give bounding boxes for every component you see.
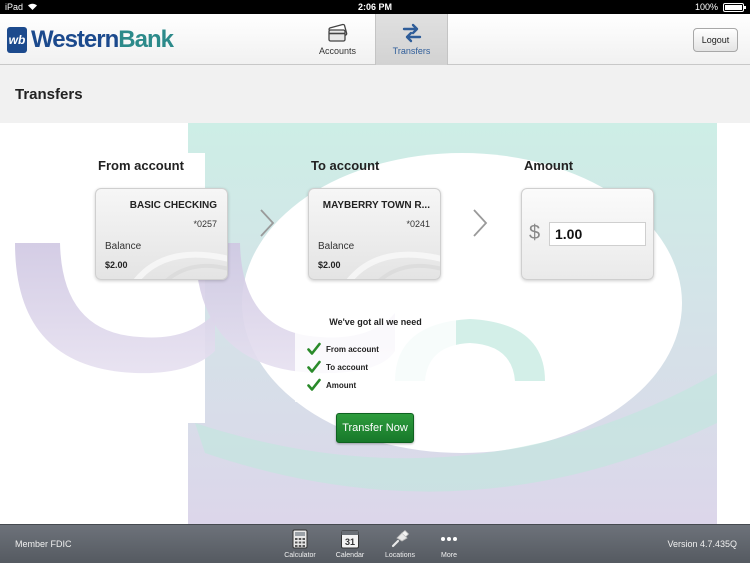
transfer-arrows-icon bbox=[402, 23, 421, 43]
calendar-day: 31 bbox=[345, 537, 355, 547]
calculator-button[interactable]: Calculator bbox=[275, 528, 325, 559]
from-account-card[interactable]: BASIC CHECKING *0257 Balance $2.00 bbox=[95, 188, 228, 280]
transfer-form: From account To account Amount BASIC CHE… bbox=[0, 123, 750, 524]
from-balance-label: Balance bbox=[105, 241, 142, 252]
checkmark-icon bbox=[307, 360, 321, 373]
logout-button[interactable]: Logout bbox=[693, 28, 738, 52]
to-balance-value: $2.00 bbox=[318, 260, 341, 270]
from-account-number: *0257 bbox=[193, 219, 217, 229]
map-pin-icon bbox=[391, 529, 410, 548]
currency-symbol: $ bbox=[529, 222, 541, 244]
from-account-name: BASIC CHECKING bbox=[129, 200, 217, 211]
clock: 2:06 PM bbox=[357, 2, 392, 12]
chevron-right-icon bbox=[473, 209, 488, 237]
checklist-item: From account bbox=[307, 342, 379, 356]
to-account-card[interactable]: MAYBERRY TOWN R... *0241 Balance $2.00 bbox=[308, 188, 441, 280]
more-button[interactable]: More bbox=[424, 528, 474, 559]
tab-transfers[interactable]: Transfers bbox=[375, 14, 448, 65]
transfer-now-button[interactable]: Transfer Now bbox=[336, 413, 414, 443]
westernbank-logo: wb WesternBank bbox=[7, 26, 174, 54]
checklist-item: To account bbox=[307, 360, 368, 374]
more-label: More bbox=[441, 552, 457, 559]
logo-wordmark: WesternBank bbox=[31, 26, 174, 53]
calculator-label: Calculator bbox=[284, 552, 316, 559]
amount-card: $ bbox=[521, 188, 654, 280]
amount-label: Amount bbox=[524, 158, 574, 173]
from-account-label: From account bbox=[98, 158, 184, 173]
logo-mark: wb bbox=[7, 27, 27, 53]
tab-accounts-label: Accounts bbox=[318, 46, 357, 56]
page-title-bar: Transfers bbox=[0, 65, 750, 123]
checklist-item: Amount bbox=[307, 378, 356, 392]
to-account-label: To account bbox=[311, 158, 380, 173]
more-dots-icon bbox=[441, 537, 457, 541]
page-title: Transfers bbox=[15, 86, 83, 103]
checklist-item-label: From account bbox=[326, 344, 379, 354]
amount-input[interactable] bbox=[549, 222, 646, 246]
checkmark-icon bbox=[307, 378, 321, 391]
tab-transfers-label: Transfers bbox=[392, 46, 431, 56]
checklist-item-label: To account bbox=[326, 362, 369, 372]
battery-icon bbox=[723, 3, 746, 12]
app-version: Version 4.7.435Q bbox=[667, 539, 737, 549]
member-fdic-label: Member FDIC bbox=[15, 539, 72, 549]
checklist-item-label: Amount bbox=[326, 380, 357, 390]
checklist-title: We've got all we need bbox=[329, 317, 422, 327]
from-balance-value: $2.00 bbox=[105, 260, 128, 270]
footer-toolbar: Member FDIC Calculator 31 Calendar Locat… bbox=[0, 524, 750, 563]
status-bar: iPad 2:06 PM 100% bbox=[0, 0, 750, 14]
checkmark-icon bbox=[307, 342, 321, 355]
chevron-right-icon bbox=[260, 209, 275, 237]
battery-percent: 100% bbox=[694, 2, 718, 12]
calendar-icon: 31 bbox=[341, 530, 359, 549]
to-account-number: *0241 bbox=[406, 219, 430, 229]
to-balance-label: Balance bbox=[318, 241, 355, 252]
tab-accounts[interactable]: Accounts bbox=[301, 14, 374, 65]
readiness-checklist: We've got all we need From account To ac… bbox=[295, 310, 456, 402]
cards-icon bbox=[327, 23, 347, 42]
calculator-icon bbox=[292, 529, 308, 549]
to-account-name: MAYBERRY TOWN R... bbox=[322, 200, 430, 211]
app-header: wb WesternBank Accounts Transfers Logout bbox=[0, 14, 750, 65]
locations-label: Locations bbox=[385, 552, 415, 559]
locations-button[interactable]: Locations bbox=[375, 528, 425, 559]
calendar-button[interactable]: 31 Calendar bbox=[325, 528, 375, 559]
calendar-label: Calendar bbox=[335, 552, 365, 559]
